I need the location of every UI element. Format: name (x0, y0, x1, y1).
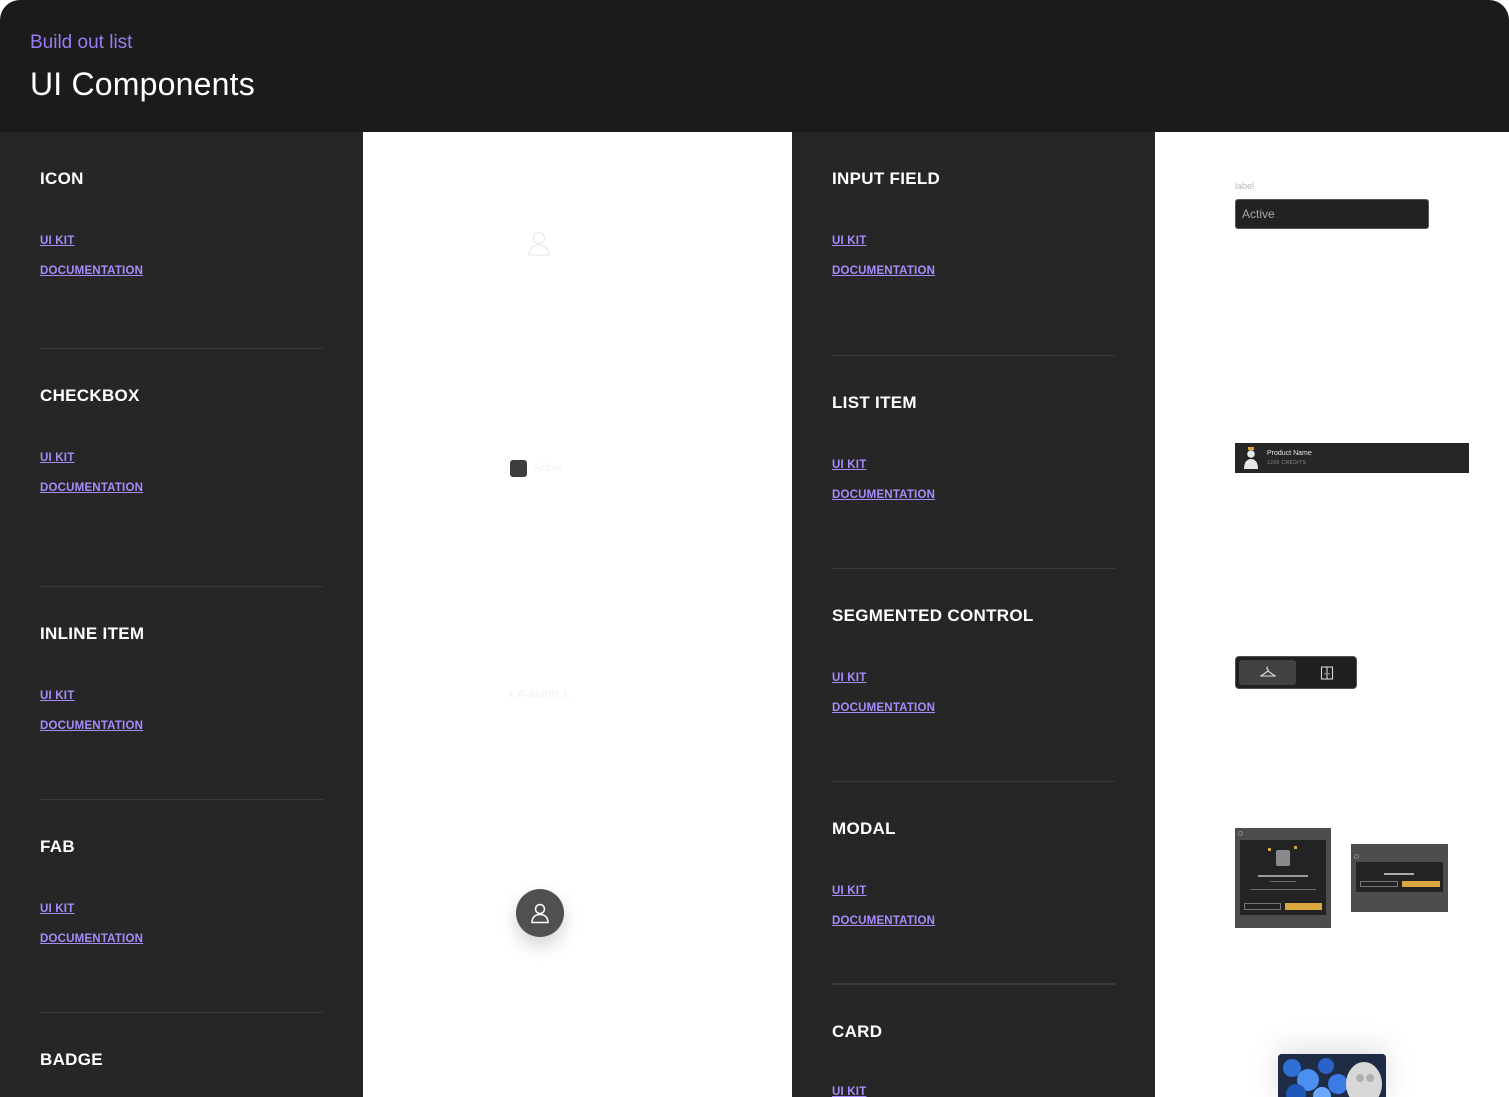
documentation-link[interactable]: DOCUMENTATION (40, 933, 143, 945)
card-image (1278, 1054, 1386, 1097)
section-title: CHECKBOX (40, 386, 140, 405)
modal-body (1356, 862, 1443, 892)
right-preview-column: label Active Product Name 1200 CREDITS (1155, 132, 1509, 1097)
divider (832, 355, 1115, 356)
left-component-list: ICON UI KIT DOCUMENTATION CHECKBOX UI KI… (0, 132, 363, 1097)
ui-kit-link[interactable]: UI KIT (40, 690, 74, 702)
person-icon (531, 903, 549, 924)
text-line (1250, 889, 1316, 890)
inline-item-preview: ⅄ A-worth ⅄ (507, 687, 570, 701)
wardrobe-icon (1320, 666, 1334, 680)
section-title: MODAL (832, 819, 896, 838)
checkbox-preview[interactable] (510, 460, 527, 477)
close-icon (1354, 854, 1359, 859)
ui-kit-link[interactable]: UI KIT (832, 672, 866, 684)
documentation-link[interactable]: DOCUMENTATION (832, 915, 935, 927)
input-field-label: label (1235, 181, 1255, 191)
ui-kit-link[interactable]: UI KIT (40, 903, 74, 915)
close-icon (1238, 831, 1243, 836)
divider (40, 799, 323, 800)
segment-inactive[interactable] (1298, 660, 1355, 685)
section-title: FAB (40, 837, 75, 856)
section-title: ICON (40, 169, 84, 188)
confirm-button[interactable] (1402, 881, 1440, 887)
list-item-credits: 1200 CREDITS (1267, 460, 1307, 466)
divider (40, 1012, 323, 1013)
person-icon (528, 231, 550, 256)
input-field-preview[interactable]: Active (1235, 199, 1429, 229)
checkbox-label: Active (533, 462, 563, 474)
cancel-button[interactable] (1244, 903, 1281, 910)
section-title: SEGMENTED CONTROL (832, 606, 1034, 625)
divider (40, 348, 323, 349)
page-title: UI Components (30, 66, 255, 102)
documentation-link[interactable]: DOCUMENTATION (832, 265, 935, 277)
modal-preview-purchase (1235, 828, 1331, 928)
list-item-preview[interactable]: Product Name 1200 CREDITS (1235, 443, 1469, 473)
divider (832, 983, 1115, 985)
divider (40, 586, 323, 587)
segment-active[interactable] (1239, 660, 1296, 685)
documentation-link[interactable]: DOCUMENTATION (40, 265, 143, 277)
fab-button[interactable] (516, 889, 564, 937)
ui-kit-link[interactable]: UI KIT (40, 452, 74, 464)
section-title: LIST ITEM (832, 393, 917, 412)
documentation-link[interactable]: DOCUMENTATION (40, 482, 143, 494)
modal-preview-name (1351, 844, 1448, 912)
page-header: Build out list UI Components (0, 0, 1509, 132)
card-preview[interactable] (1278, 1054, 1386, 1097)
shopping-bag-icon (1276, 850, 1290, 866)
section-title: INLINE ITEM (40, 624, 145, 643)
text-line (1384, 873, 1414, 875)
section-title: BADGE (40, 1050, 103, 1069)
modal-body (1240, 840, 1326, 915)
text-line (1258, 875, 1308, 877)
list-item-name: Product Name (1267, 450, 1312, 457)
divider (832, 568, 1115, 569)
sparkle-icon (1294, 846, 1297, 849)
right-component-list: INPUT FIELD UI KIT DOCUMENTATION LIST IT… (792, 132, 1155, 1097)
documentation-link[interactable]: DOCUMENTATION (832, 702, 935, 714)
section-title: INPUT FIELD (832, 169, 941, 188)
ui-kit-link[interactable]: UI KIT (40, 235, 74, 247)
documentation-link[interactable]: DOCUMENTATION (40, 720, 143, 732)
cancel-button[interactable] (1360, 881, 1398, 887)
confirm-button[interactable] (1285, 903, 1322, 910)
section-title: CARD (832, 1022, 883, 1041)
ui-kit-link[interactable]: UI KIT (832, 235, 866, 247)
hanger-icon (1260, 666, 1276, 677)
avatar (1244, 447, 1258, 469)
page-eyebrow: Build out list (30, 32, 133, 53)
segmented-control-preview (1235, 656, 1357, 689)
ui-kit-link[interactable]: UI KIT (832, 1086, 866, 1097)
ui-kit-link[interactable]: UI KIT (832, 885, 866, 897)
text-line (1270, 881, 1296, 882)
divider (832, 781, 1115, 782)
ui-kit-link[interactable]: UI KIT (832, 459, 866, 471)
sparkle-icon (1268, 848, 1271, 851)
left-preview-column: Active ⅄ A-worth ⅄ (363, 132, 792, 1097)
frame: Build out list UI Components ICON UI KIT… (0, 0, 1509, 1097)
inline-item-text: A-worth (517, 687, 559, 701)
documentation-link[interactable]: DOCUMENTATION (832, 489, 935, 501)
